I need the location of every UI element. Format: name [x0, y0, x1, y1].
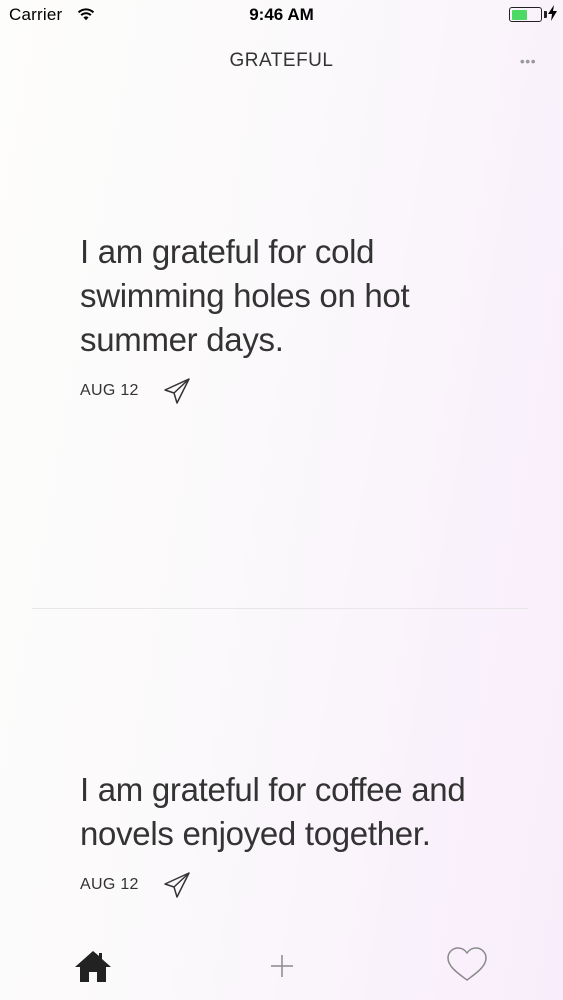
- gratitude-entry: I am grateful for cold swimming holes on…: [80, 230, 510, 406]
- tab-favorites[interactable]: [445, 944, 489, 988]
- entry-divider: [32, 608, 528, 609]
- entry-meta: AUG 12: [80, 870, 510, 900]
- share-button[interactable]: [162, 870, 192, 900]
- gratitude-entry: I am grateful for coffee and novels enjo…: [80, 768, 510, 900]
- battery-level-fill: [511, 9, 527, 20]
- entry-text: I am grateful for cold swimming holes on…: [80, 233, 410, 358]
- paper-plane-icon: [164, 378, 190, 404]
- more-options-button[interactable]: •••: [515, 51, 541, 71]
- charging-bolt-icon: [548, 5, 557, 26]
- status-bar: Carrier 9:46 AM: [0, 0, 563, 30]
- plus-icon: [271, 955, 293, 977]
- entry-meta: AUG 12: [80, 376, 510, 406]
- status-time: 9:46 AM: [249, 5, 314, 24]
- tab-home[interactable]: [71, 944, 115, 988]
- entry-text: I am grateful for coffee and novels enjo…: [80, 771, 466, 852]
- tab-bar: [0, 936, 563, 1000]
- paper-plane-icon: [164, 872, 190, 898]
- entry-date: AUG 12: [80, 876, 139, 893]
- battery-icon: [509, 7, 542, 22]
- heart-icon: [447, 947, 487, 981]
- page-title: GRATEFUL: [229, 50, 334, 71]
- entry-date: AUG 12: [80, 382, 139, 399]
- battery-tip: [544, 11, 547, 18]
- home-icon: [75, 951, 111, 982]
- tab-add-entry[interactable]: [260, 944, 304, 988]
- share-button[interactable]: [162, 376, 192, 406]
